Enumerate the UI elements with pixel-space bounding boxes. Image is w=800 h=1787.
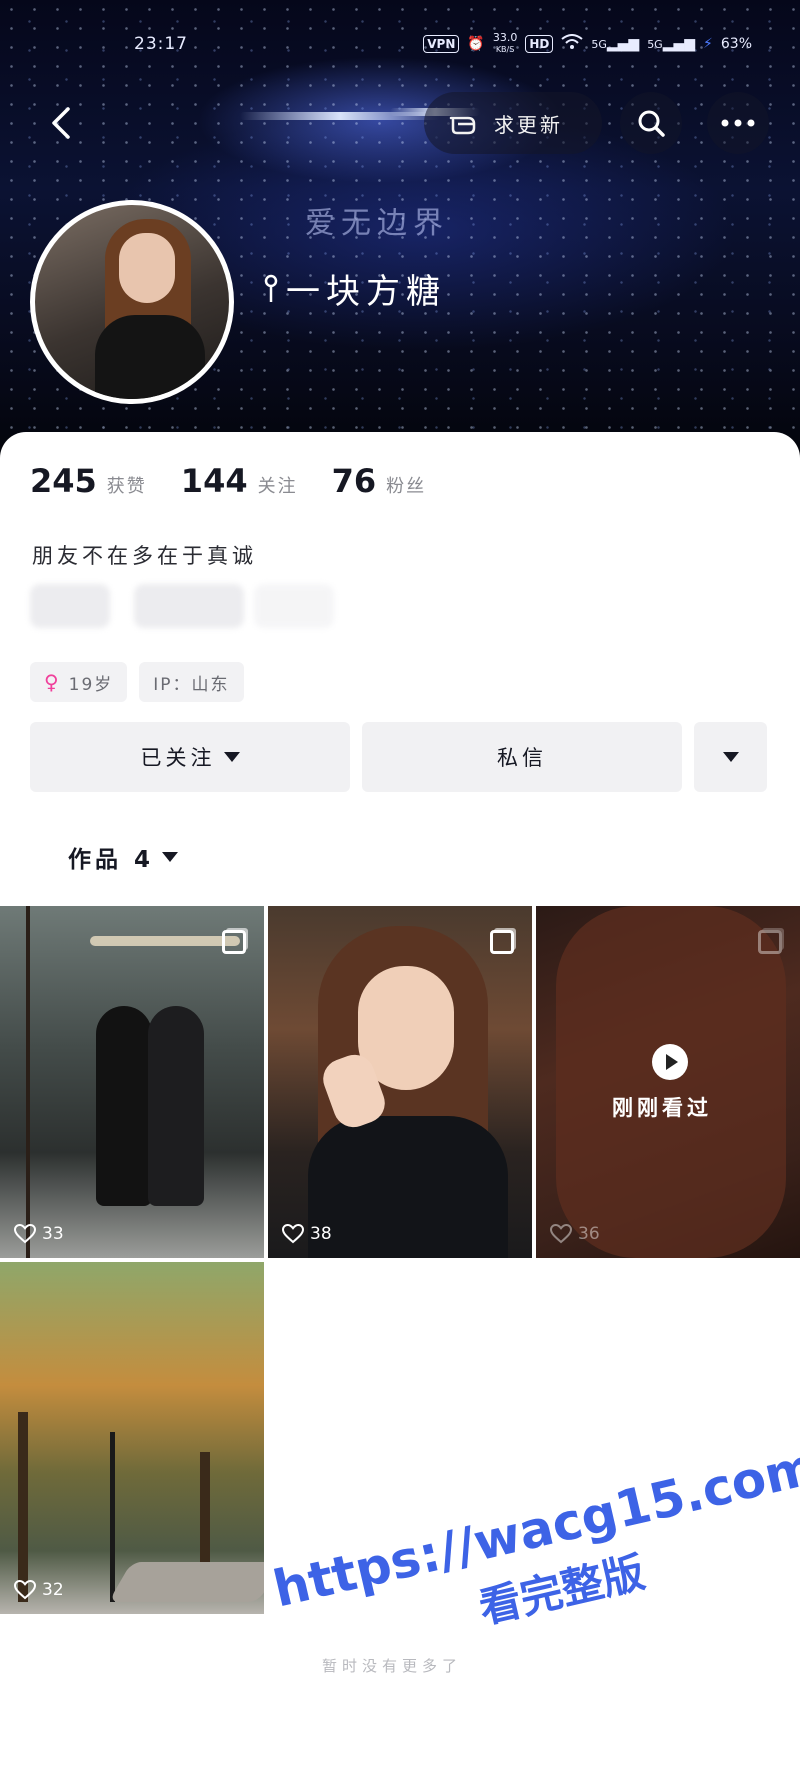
post-tile[interactable]: 38 bbox=[268, 906, 532, 1258]
request-update-button[interactable]: 求更新 bbox=[424, 92, 602, 154]
status-icons: VPN ⏰ 33.0 KB/S HD 5G▂▄▆ 5G▂▄▆ ⚡ 63% bbox=[423, 32, 752, 55]
banner-text: 爱无边界 bbox=[305, 206, 449, 241]
more-actions-dropdown[interactable] bbox=[694, 722, 767, 792]
status-time: 23:17 bbox=[134, 34, 188, 54]
profile-actions: 已关注 私信 bbox=[30, 722, 767, 792]
like-count: 36 bbox=[550, 1224, 600, 1244]
hd-icon: HD bbox=[525, 34, 554, 53]
message-label: 私信 bbox=[497, 746, 547, 770]
bio-text: 朋友不在多在于真诚 bbox=[32, 544, 257, 568]
back-button[interactable] bbox=[30, 92, 92, 154]
search-icon bbox=[638, 110, 665, 137]
more-button[interactable] bbox=[707, 92, 769, 154]
multi-image-icon bbox=[490, 930, 514, 954]
nickname-text: 一块方糖 bbox=[286, 272, 446, 312]
followers-stat[interactable]: 76 粉丝 bbox=[332, 462, 427, 500]
avatar[interactable] bbox=[30, 200, 234, 404]
battery-level: 63% bbox=[720, 35, 752, 52]
heart-icon bbox=[14, 1580, 36, 1600]
works-tab-label: 作品 4 bbox=[68, 847, 155, 873]
like-count-value: 36 bbox=[578, 1224, 600, 1244]
signal-icon: 5G▂▄▆ bbox=[647, 35, 696, 52]
status-bar: 23:17 VPN ⏰ 33.0 KB/S HD 5G▂▄▆ 5G▂▄▆ ⚡ 6… bbox=[0, 32, 800, 60]
blurred-content bbox=[254, 584, 334, 628]
network-speed: 33.0 KB/S bbox=[493, 32, 518, 55]
chevron-left-icon bbox=[52, 107, 70, 139]
following-label: 关注 bbox=[257, 476, 298, 497]
nickname: 一块方糖 bbox=[264, 264, 446, 313]
caret-down-icon bbox=[722, 752, 739, 762]
signal-icon: 5G▂▄▆ bbox=[591, 35, 640, 52]
followers-label: 粉丝 bbox=[386, 476, 427, 497]
alarm-icon: ⏰ bbox=[467, 35, 485, 52]
like-count-value: 38 bbox=[310, 1224, 332, 1244]
like-count: 33 bbox=[14, 1224, 64, 1244]
likes-count: 245 bbox=[30, 462, 97, 500]
caret-down-icon bbox=[223, 752, 240, 762]
like-count-value: 32 bbox=[42, 1580, 64, 1600]
like-count: 38 bbox=[282, 1224, 332, 1244]
post-tile[interactable]: 32 bbox=[0, 1262, 264, 1614]
recently-watched-label: 刚刚看过 bbox=[612, 1096, 712, 1120]
like-count-value: 33 bbox=[42, 1224, 64, 1244]
ip-text: IP：山东 bbox=[153, 674, 230, 695]
likes-label: 获赞 bbox=[106, 476, 147, 497]
vpn-icon: VPN bbox=[423, 34, 460, 53]
multi-image-icon bbox=[758, 930, 782, 954]
heart-icon bbox=[14, 1224, 36, 1244]
profile-tags: ♀ 19岁 IP：山东 bbox=[30, 662, 244, 702]
post-tile[interactable]: 刚刚看过 36 bbox=[536, 906, 800, 1258]
charging-icon: ⚡ bbox=[703, 35, 713, 52]
following-stat[interactable]: 144 关注 bbox=[181, 462, 298, 500]
pin-icon bbox=[264, 274, 278, 302]
pointing-hand-icon bbox=[448, 106, 484, 141]
search-button[interactable] bbox=[620, 92, 682, 154]
speed-unit: KB/S bbox=[495, 45, 515, 54]
following-count: 144 bbox=[180, 462, 248, 500]
followed-button[interactable]: 已关注 bbox=[30, 722, 350, 792]
age-tag: ♀ 19岁 bbox=[30, 662, 128, 702]
followed-label: 已关注 bbox=[140, 746, 216, 770]
tab-works[interactable]: 作品 4 bbox=[68, 840, 179, 874]
heart-icon bbox=[550, 1224, 572, 1244]
female-icon: ♀ bbox=[44, 670, 61, 694]
multi-image-icon bbox=[222, 930, 246, 954]
followers-count: 76 bbox=[331, 462, 377, 500]
more-dots-icon bbox=[721, 119, 755, 127]
post-tile[interactable]: 33 bbox=[0, 906, 264, 1258]
caret-down-icon bbox=[162, 852, 179, 862]
likes-stat: 245 获赞 bbox=[30, 462, 147, 500]
like-count: 32 bbox=[14, 1580, 64, 1600]
blurred-content bbox=[134, 584, 244, 628]
wifi-icon bbox=[561, 33, 583, 54]
age-text: 19岁 bbox=[68, 674, 114, 695]
play-icon bbox=[652, 1044, 688, 1080]
speed-value: 33.0 bbox=[492, 31, 518, 44]
street-lamp bbox=[110, 1432, 115, 1602]
message-button[interactable]: 私信 bbox=[362, 722, 682, 792]
heart-icon bbox=[282, 1224, 304, 1244]
request-update-label: 求更新 bbox=[494, 112, 563, 137]
ip-tag: IP：山东 bbox=[139, 662, 244, 702]
blurred-content bbox=[30, 584, 110, 628]
profile-stats: 245 获赞 144 关注 76 粉丝 bbox=[30, 462, 426, 500]
